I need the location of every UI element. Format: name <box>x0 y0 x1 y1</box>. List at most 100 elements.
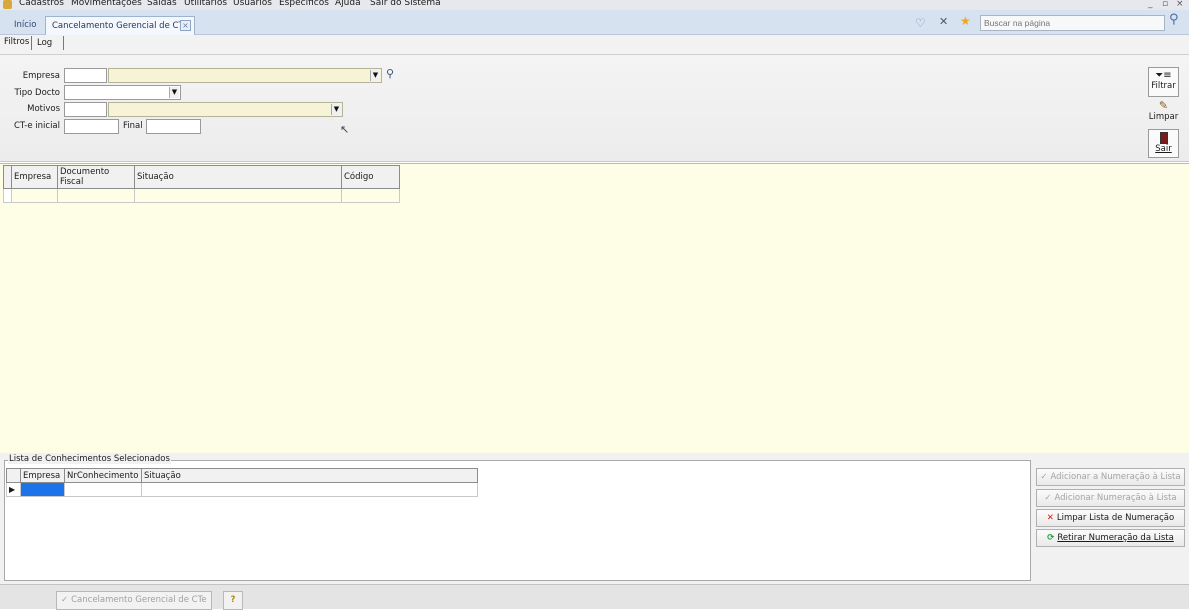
menu-saidas[interactable]: Saídas <box>147 0 177 8</box>
tab-log[interactable]: Log <box>37 38 52 48</box>
checkmark-icon: ✓ <box>1044 493 1052 503</box>
tab-inicio-label: Início <box>14 20 37 30</box>
button-label: Adicionar a Numeração à Lista <box>1050 472 1181 482</box>
refresh-icon: ⟳ <box>1047 533 1055 543</box>
pin-icon[interactable]: ✕ <box>939 15 948 29</box>
empresa-code-field[interactable] <box>64 68 107 83</box>
results-header-row: Empresa Documento Fiscal Situação Código <box>3 165 400 189</box>
search-input[interactable] <box>980 15 1165 31</box>
button-label: Adicionar Numeração à Lista <box>1054 493 1177 503</box>
tab-cancelamento-cte[interactable]: Cancelamento Gerencial de CTe × <box>45 16 195 35</box>
heart-icon[interactable]: ♡ <box>915 16 926 30</box>
app-logo-icon <box>3 0 12 9</box>
menu-movimentacoes[interactable]: Movimentações <box>71 0 142 8</box>
star-icon[interactable]: ★ <box>960 14 971 28</box>
limpar-button[interactable]: ✎ Limpar <box>1148 99 1179 127</box>
add-numbering-to-list-button[interactable]: ✓ Adicionar Numeração à Lista <box>1036 489 1185 507</box>
menu-usuarios[interactable]: Usuários <box>233 0 272 8</box>
limpar-label: Limpar <box>1148 112 1179 122</box>
motivo-name-select[interactable]: ▼ <box>108 102 343 117</box>
empresa-label: Empresa <box>22 71 60 81</box>
table-row[interactable]: ▶ <box>6 482 478 497</box>
restore-button[interactable]: ▫ <box>1162 0 1168 9</box>
selected-header-row: Empresa NrConhecimento Situação <box>6 468 478 483</box>
task-cancelamento-button[interactable]: ✓ Cancelamento Gerencial de CTe <box>56 591 212 610</box>
clear-numbering-list-button[interactable]: ✕ Limpar Lista de Numeração <box>1036 509 1185 527</box>
row-indicator-header <box>3 165 12 189</box>
table-cell-selected[interactable] <box>20 482 65 497</box>
column-header[interactable]: Empresa <box>11 165 58 189</box>
menu-sair-do-sistema[interactable]: Sair do Sistema <box>370 0 441 8</box>
menu-cadastros[interactable]: Cadastros <box>19 0 64 8</box>
column-header[interactable]: Situação <box>141 468 478 483</box>
column-header[interactable]: NrConhecimento <box>64 468 142 483</box>
tab-cancelamento-label: Cancelamento Gerencial de CTe <box>52 21 188 31</box>
checkmark-icon: ✓ <box>61 595 69 605</box>
selected-list-section: Empresa NrConhecimento Situação ▶ Lista … <box>0 453 1189 584</box>
button-label: Retirar Numeração da Lista <box>1057 533 1174 543</box>
results-grid-area: Empresa Documento Fiscal Situação Código <box>0 163 1189 453</box>
cte-inicial-label: CT-e inicial <box>13 121 60 131</box>
mouse-cursor-icon: ↖ <box>340 123 350 136</box>
column-header[interactable]: Documento Fiscal <box>57 165 135 189</box>
task-label: Cancelamento Gerencial de CTe <box>71 595 207 605</box>
inner-tab-bar: Filtros Log <box>0 35 1189 55</box>
tipo-docto-select[interactable]: ▼ <box>64 85 181 100</box>
chevron-down-icon[interactable]: ▼ <box>169 87 179 98</box>
menu-especificos[interactable]: Específicos <box>279 0 329 8</box>
tab-filtros[interactable]: Filtros <box>4 37 29 47</box>
table-row[interactable] <box>3 188 400 203</box>
tab-divider <box>31 36 32 50</box>
chevron-down-icon[interactable]: ▼ <box>370 70 380 81</box>
motivo-code-field[interactable] <box>64 102 107 117</box>
selected-list-title: Lista de Conhecimentos Selecionados <box>8 454 171 464</box>
row-indicator <box>3 188 12 203</box>
tipo-docto-label: Tipo Docto <box>14 88 60 98</box>
close-window-button[interactable]: × <box>1176 0 1184 9</box>
filter-icon: ⏷≡ <box>1155 70 1172 81</box>
broom-icon: ✎ <box>1158 99 1169 112</box>
row-indicator-header <box>6 468 21 483</box>
menu-bar: Cadastros Movimentações Saídas Utilitári… <box>0 0 1189 10</box>
tab-bar: Início Cancelamento Gerencial de CTe × ♡… <box>0 10 1189 35</box>
table-cell[interactable] <box>64 482 142 497</box>
magnifier-icon[interactable]: ⚲ <box>386 67 394 80</box>
sair-button[interactable]: Sair <box>1148 129 1179 158</box>
sair-label: Sair <box>1155 144 1172 154</box>
tab-close-icon[interactable]: × <box>180 20 191 31</box>
column-header[interactable]: Código <box>341 165 400 189</box>
help-icon: ? <box>230 595 236 605</box>
red-x-icon: ✕ <box>1046 513 1054 523</box>
add-numbering-to-list-top-button[interactable]: ✓ Adicionar a Numeração à Lista <box>1036 468 1185 486</box>
table-cell[interactable] <box>57 188 135 203</box>
results-table: Empresa Documento Fiscal Situação Código <box>3 165 400 203</box>
table-cell[interactable] <box>141 482 478 497</box>
selected-list-groupbox: Empresa NrConhecimento Situação ▶ <box>4 460 1031 581</box>
chevron-down-icon[interactable]: ▼ <box>331 104 341 115</box>
cte-final-field[interactable] <box>146 119 201 134</box>
table-cell[interactable] <box>134 188 342 203</box>
help-button[interactable]: ? <box>223 591 243 610</box>
filtrar-button[interactable]: ⏷≡ Filtrar <box>1148 67 1179 97</box>
column-header[interactable]: Empresa <box>20 468 65 483</box>
table-cell[interactable] <box>341 188 400 203</box>
exit-door-icon <box>1159 132 1168 144</box>
selected-list-table: Empresa NrConhecimento Situação ▶ <box>6 468 478 497</box>
filter-panel: Empresa ▼ ⚲ Tipo Docto ▼ Motivos ▼ CT-e … <box>0 55 1189 162</box>
checkmark-icon: ✓ <box>1040 472 1048 482</box>
remove-numbering-button[interactable]: ⟳ Retirar Numeração da Lista <box>1036 529 1185 547</box>
menu-ajuda[interactable]: Ajuda <box>335 0 361 8</box>
table-cell[interactable] <box>11 188 58 203</box>
final-label: Final <box>123 121 143 131</box>
column-header[interactable]: Situação <box>134 165 342 189</box>
row-pointer-icon: ▶ <box>6 482 21 497</box>
tab-divider <box>63 36 64 50</box>
minimize-button[interactable]: _ <box>1148 0 1153 9</box>
motivos-label: Motivos <box>27 104 60 114</box>
status-bar: ✓ Cancelamento Gerencial de CTe ? <box>0 584 1189 610</box>
cte-inicial-field[interactable] <box>64 119 119 134</box>
search-icon[interactable]: ⚲ <box>1169 13 1179 27</box>
menu-utilitarios[interactable]: Utilitários <box>184 0 227 8</box>
tab-inicio[interactable]: Início <box>8 16 43 35</box>
empresa-name-select[interactable]: ▼ <box>108 68 382 83</box>
